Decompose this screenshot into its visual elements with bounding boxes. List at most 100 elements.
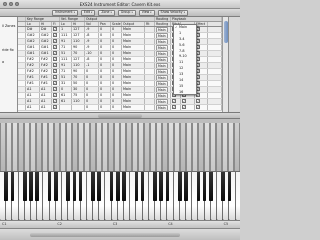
vel-hi-cell[interactable]: 90 bbox=[72, 69, 85, 74]
key-lo-cell[interactable]: F#1 bbox=[26, 75, 40, 80]
black-key[interactable] bbox=[159, 172, 163, 201]
scale-cell[interactable]: 0 bbox=[111, 69, 122, 74]
scale-cell[interactable]: 0 bbox=[111, 63, 122, 68]
volume-cell[interactable]: 0 bbox=[85, 105, 99, 110]
vel-hi-cell[interactable]: 110 bbox=[72, 99, 85, 104]
rt-cell[interactable] bbox=[145, 63, 155, 68]
piano-keyboard[interactable] bbox=[0, 172, 240, 220]
key-lo-cell[interactable]: F#2 bbox=[26, 63, 40, 68]
playback-checkbox[interactable] bbox=[182, 99, 186, 103]
key-hi-cell[interactable]: A1 bbox=[40, 105, 52, 110]
pan-cell[interactable]: 0 bbox=[99, 33, 111, 38]
col-header-volume[interactable]: Vol bbox=[85, 22, 99, 26]
output-cell[interactable]: Main bbox=[122, 69, 145, 74]
fixed-checkbox[interactable] bbox=[53, 105, 57, 109]
vel-hi-cell[interactable]: 30 bbox=[72, 87, 85, 92]
vel-lo-cell[interactable] bbox=[60, 105, 72, 110]
black-key[interactable] bbox=[29, 172, 33, 201]
key-lo-cell[interactable]: G#2 bbox=[26, 33, 40, 38]
zone-name-cell[interactable] bbox=[18, 81, 26, 86]
fixed-checkbox[interactable] bbox=[53, 45, 57, 49]
col-header-pan[interactable]: Pan bbox=[99, 22, 111, 26]
vel-lo-cell[interactable]: 1 bbox=[60, 27, 72, 32]
routing-select[interactable]: Main bbox=[156, 45, 168, 50]
vel-lo-cell[interactable]: 91 bbox=[60, 39, 72, 44]
routing-select[interactable]: Main bbox=[156, 105, 168, 110]
key-hi-cell[interactable]: G#1 bbox=[40, 51, 52, 56]
minimize-window-button[interactable] bbox=[9, 2, 13, 6]
black-key[interactable] bbox=[122, 172, 126, 201]
zone-name-cell[interactable] bbox=[18, 27, 26, 32]
key-lo-cell[interactable]: D# bbox=[26, 27, 40, 32]
toolbar-menu-view[interactable]: View ▾ bbox=[138, 9, 155, 16]
key-hi-cell[interactable]: F#1 bbox=[40, 75, 52, 80]
key-lo-cell[interactable]: F#2 bbox=[26, 69, 40, 74]
black-key[interactable] bbox=[134, 172, 139, 201]
black-key[interactable] bbox=[66, 172, 70, 201]
zone-display[interactable] bbox=[0, 119, 240, 172]
toolbar-menu-instrument[interactable]: Instrument ▾ bbox=[52, 9, 78, 16]
effect-checkbox[interactable] bbox=[196, 105, 200, 109]
rt-cell[interactable] bbox=[145, 105, 155, 110]
output-cell[interactable]: Main bbox=[122, 81, 145, 86]
black-key[interactable] bbox=[4, 172, 8, 201]
zone-name-cell[interactable] bbox=[18, 105, 26, 110]
pan-cell[interactable]: 0 bbox=[99, 51, 111, 56]
vel-hi-cell[interactable]: 110 bbox=[72, 39, 85, 44]
rt-cell[interactable] bbox=[145, 45, 155, 50]
pan-cell[interactable]: 0 bbox=[99, 45, 111, 50]
pan-cell[interactable]: 0 bbox=[99, 105, 111, 110]
fixed-checkbox[interactable] bbox=[53, 99, 57, 103]
rt-cell[interactable] bbox=[145, 57, 155, 62]
vel-hi-cell[interactable]: 127 bbox=[72, 27, 85, 32]
vel-lo-cell[interactable]: 71 bbox=[60, 69, 72, 74]
routing-select[interactable]: Main bbox=[156, 93, 168, 98]
black-key[interactable] bbox=[97, 172, 101, 201]
col-header-key-lo[interactable]: Lo bbox=[26, 22, 40, 26]
routing-select[interactable]: Main bbox=[156, 81, 168, 86]
fixed-checkbox[interactable] bbox=[53, 33, 57, 37]
col-header-vel-hi[interactable]: Hi bbox=[72, 22, 85, 26]
vel-lo-cell[interactable]: 71 bbox=[60, 45, 72, 50]
fixed-checkbox[interactable] bbox=[53, 81, 57, 85]
black-key[interactable] bbox=[153, 172, 157, 201]
black-key[interactable] bbox=[23, 172, 27, 201]
scale-cell[interactable]: 0 bbox=[111, 99, 122, 104]
playback-checkbox[interactable] bbox=[182, 105, 186, 109]
key-hi-cell[interactable]: G#2 bbox=[40, 33, 52, 38]
vel-hi-cell[interactable]: 70 bbox=[72, 51, 85, 56]
col-header-key-hi[interactable]: Hi bbox=[40, 22, 52, 26]
vel-lo-cell[interactable]: 111 bbox=[60, 57, 72, 62]
zone-name-cell[interactable] bbox=[18, 51, 26, 56]
table-row[interactable]: A1A1000MainMain bbox=[18, 105, 222, 111]
fixed-checkbox[interactable] bbox=[53, 57, 57, 61]
vel-lo-cell[interactable]: 91 bbox=[60, 63, 72, 68]
zone-name-cell[interactable] bbox=[18, 69, 26, 74]
scale-cell[interactable]: 0 bbox=[111, 87, 122, 92]
black-key[interactable] bbox=[227, 172, 232, 201]
volume-cell[interactable]: 0 bbox=[85, 99, 99, 104]
rt-cell[interactable] bbox=[145, 27, 155, 32]
rt-cell[interactable] bbox=[145, 93, 155, 98]
pan-cell[interactable]: 0 bbox=[99, 57, 111, 62]
key-hi-cell[interactable]: D# bbox=[40, 27, 52, 32]
black-key[interactable] bbox=[10, 172, 15, 201]
black-key[interactable] bbox=[196, 172, 201, 201]
black-key[interactable] bbox=[91, 172, 95, 201]
key-lo-cell[interactable]: A1 bbox=[26, 105, 40, 110]
output-cell[interactable]: Main bbox=[122, 39, 145, 44]
output-cell[interactable]: Main bbox=[122, 51, 145, 56]
output-cell[interactable]: Main bbox=[122, 75, 145, 80]
key-lo-cell[interactable]: G#1 bbox=[26, 45, 40, 50]
zone-table-horizontal-scrollbar[interactable] bbox=[0, 112, 240, 119]
zone-bar[interactable] bbox=[234, 123, 240, 171]
output-cell[interactable]: Main bbox=[122, 63, 145, 68]
scale-cell[interactable]: 0 bbox=[111, 93, 122, 98]
pan-cell[interactable]: 0 bbox=[99, 81, 111, 86]
zone-name-cell[interactable] bbox=[18, 45, 26, 50]
volume-cell[interactable]: -10 bbox=[85, 51, 99, 56]
key-lo-cell[interactable]: G#2 bbox=[26, 39, 40, 44]
volume-cell[interactable]: -9 bbox=[85, 45, 99, 50]
fixed-checkbox[interactable] bbox=[53, 27, 57, 31]
toolbar-menu-group[interactable]: Group ▾ bbox=[117, 9, 136, 16]
